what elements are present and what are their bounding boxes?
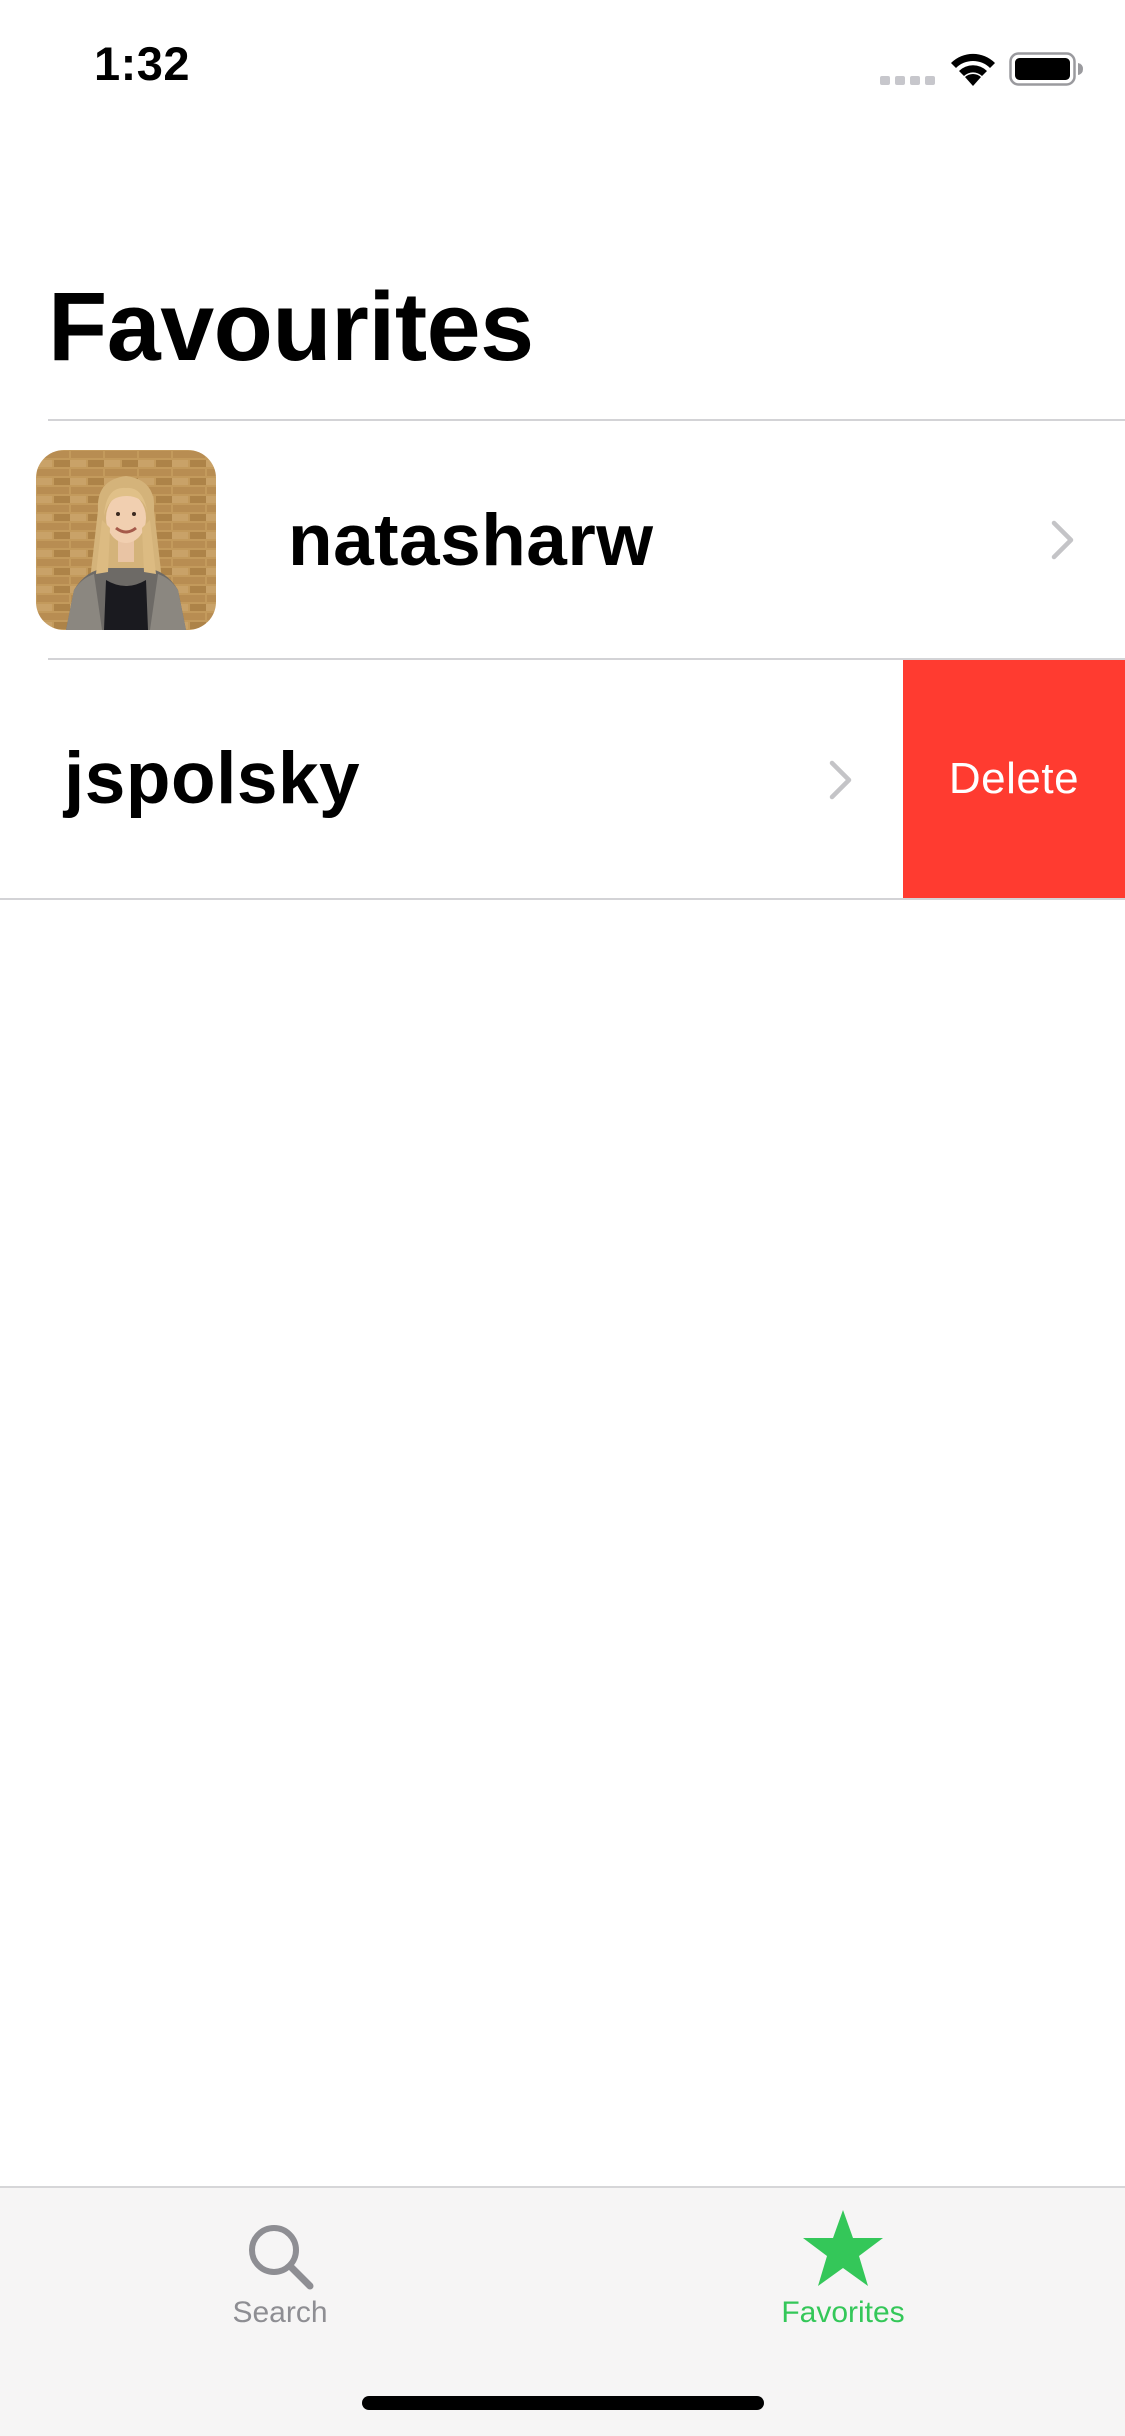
wifi-icon (951, 53, 995, 86)
battery-icon (1009, 52, 1083, 86)
tab-label: Favorites (781, 2296, 905, 2329)
favourites-screen: 1:32 Favourites natasharw jspolsky Delet… (0, 0, 1125, 2436)
status-bar: 1:32 (0, 0, 1125, 132)
chevron-right-icon (1051, 520, 1074, 560)
page-title: Favourites (48, 272, 534, 381)
row-divider (0, 898, 1125, 900)
chevron-right-icon (829, 760, 852, 800)
delete-button[interactable]: Delete (903, 660, 1125, 898)
home-indicator[interactable] (362, 2396, 764, 2410)
tab-favorites[interactable]: Favorites (693, 2202, 993, 2332)
star-icon (803, 2210, 883, 2286)
delete-button-label: Delete (948, 754, 1080, 803)
cellular-signal-icon (880, 76, 935, 85)
favorite-username: jspolsky (64, 738, 361, 819)
tab-search[interactable]: Search (130, 2202, 430, 2332)
favorite-username: natasharw (288, 500, 654, 581)
search-icon (249, 2225, 314, 2290)
tab-label: Search (232, 2296, 328, 2329)
status-time: 1:32 (94, 37, 191, 90)
avatar (36, 450, 216, 630)
